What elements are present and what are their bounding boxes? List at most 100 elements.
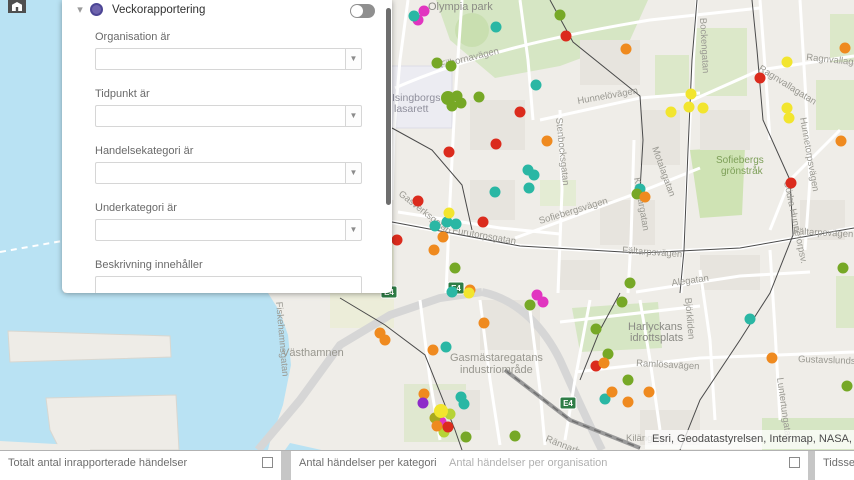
map-point-teal[interactable] [451,219,462,230]
map-point-yellow[interactable] [782,103,793,114]
map-point-green[interactable] [838,263,849,274]
map-point-magenta[interactable] [538,297,549,308]
handelsekategori-input[interactable] [95,162,346,184]
map-point-teal[interactable] [531,80,542,91]
map-point-teal[interactable] [529,170,540,181]
map-point-red[interactable] [444,147,455,158]
map-point-yellow[interactable] [444,208,455,219]
map-point-red[interactable] [478,217,489,228]
dropdown-arrow-icon[interactable]: ▼ [346,105,362,127]
tidpunkt-input[interactable] [95,105,346,127]
map-point-green[interactable] [450,263,461,274]
widget-timeseries[interactable]: Tidsseri [815,451,854,480]
bottom-widget-bar: Totalt antal inrapporterade händelser An… [0,450,854,480]
map-point-yellow[interactable] [782,57,793,68]
map-point-orange[interactable] [380,335,391,346]
map-point-red[interactable] [561,31,572,42]
filter-panel-header: ▾ Veckorapportering [62,0,392,22]
map-point-teal[interactable] [459,399,470,410]
map-label: lasarett [394,103,429,115]
chevron-down-icon[interactable]: ▾ [74,4,86,16]
map-point-orange[interactable] [621,44,632,55]
map-point-orange[interactable] [607,387,618,398]
map-label: Olympia park [428,1,493,13]
map-point-red[interactable] [392,235,403,246]
map-point-yellow[interactable] [784,113,795,124]
home-icon [12,2,22,11]
map-point-green[interactable] [456,98,467,109]
map-point-orange[interactable] [438,232,449,243]
map-point-orange[interactable] [640,192,651,203]
map-point-green[interactable] [461,432,472,443]
map-point-green[interactable] [432,58,443,69]
organisation-input[interactable] [95,48,346,70]
map-point-orange[interactable] [542,136,553,147]
map-point-green[interactable] [623,375,634,386]
widget-events-per-category[interactable]: Antal händelser per kategori Antal hände… [291,451,808,480]
dropdown-arrow-icon[interactable]: ▼ [346,48,362,70]
map-point-teal[interactable] [491,22,502,33]
map-point-orange[interactable] [599,358,610,369]
map-point-orange[interactable] [836,136,847,147]
map-point-yellow[interactable] [684,102,695,113]
map-point-orange[interactable] [429,245,440,256]
field-label: Handelsekategori är [95,145,362,157]
layer-toggle[interactable] [350,4,375,18]
map-point-orange[interactable] [479,318,490,329]
map-point-green[interactable] [842,381,853,392]
map-point-teal[interactable] [441,342,452,353]
map-point-green[interactable] [525,300,536,311]
map-point-teal[interactable] [745,314,756,325]
map-point-green[interactable] [591,324,602,335]
map-point-yellow[interactable] [464,288,475,299]
map-point-red[interactable] [786,178,797,189]
map-point-teal[interactable] [447,287,458,298]
map-point-green[interactable] [446,61,457,72]
widget-title: Totalt antal inrapporterade händelser [8,457,187,469]
map-point-yellow[interactable] [686,89,697,100]
map-point-green[interactable] [617,297,628,308]
home-button[interactable] [8,0,26,13]
map-point-yellow[interactable] [434,404,448,418]
widget-total-events[interactable]: Totalt antal inrapporterade händelser [0,451,281,480]
map-point-orange[interactable] [767,353,778,364]
map-point-orange[interactable] [428,345,439,356]
field-beskrivning: Beskrivning innehåller [95,259,362,293]
map-point-red[interactable] [755,73,766,84]
map-point-purple[interactable] [418,398,429,409]
beskrivning-input[interactable] [95,276,362,293]
map-point-orange[interactable] [644,387,655,398]
map-point-teal[interactable] [490,187,501,198]
map-point-red[interactable] [443,422,454,433]
map-point-orange[interactable] [840,43,851,54]
dropdown-arrow-icon[interactable]: ▼ [346,162,362,184]
panel-scrollbar[interactable] [386,8,391,205]
map-point-yellow[interactable] [698,103,709,114]
map-attribution: Esri, Geodatastyrelsen, Intermap, NASA, … [645,430,854,449]
map-point-red[interactable] [491,139,502,150]
map-point-red[interactable] [515,107,526,118]
underkategori-input[interactable] [95,219,346,241]
park [816,80,854,130]
map-point-green[interactable] [555,10,566,21]
svg-text:E4: E4 [563,399,573,408]
field-label: Beskrivning innehåller [95,259,362,271]
dropdown-arrow-icon[interactable]: ▼ [346,219,362,241]
expand-icon[interactable] [262,457,273,468]
map-point-green[interactable] [625,278,636,289]
map-point-teal[interactable] [430,221,441,232]
map-point-teal[interactable] [524,183,535,194]
map-point-red[interactable] [413,196,424,207]
map-point-yellow[interactable] [666,107,677,118]
map-point-orange[interactable] [432,421,443,432]
map-point-magenta[interactable] [419,6,430,17]
pier [46,395,179,450]
map-point-green[interactable] [474,92,485,103]
field-label: Tidpunkt är [95,88,362,100]
map-point-green[interactable] [510,431,521,442]
expand-icon[interactable] [789,457,800,468]
field-tidpunkt: Tidpunkt är ▼ [95,88,362,127]
map-point-teal[interactable] [409,11,420,22]
park [655,55,689,95]
map-point-orange[interactable] [623,397,634,408]
